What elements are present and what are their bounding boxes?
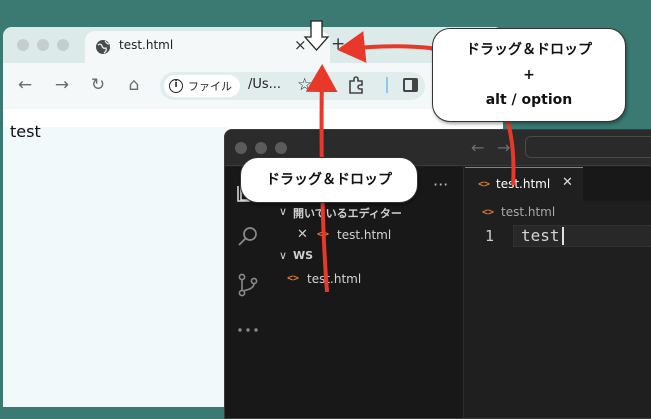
vscode-back-button[interactable]: ←	[471, 138, 484, 157]
side-panel-icon[interactable]	[403, 78, 418, 92]
reload-button[interactable]: ↻	[87, 74, 109, 96]
editor-tab-bar: <> test.html ✕	[465, 167, 651, 201]
vscode-close-button[interactable]	[235, 142, 247, 154]
open-editors-section[interactable]: ∨ 開いているエディター	[273, 202, 463, 224]
html-file-icon: <>	[317, 229, 330, 240]
workspace-file-item[interactable]: <> test.html	[273, 268, 463, 290]
toolbar-divider	[386, 77, 388, 93]
command-center-search[interactable]	[525, 136, 651, 158]
callout-line-1: ドラッグ＆ドロップ	[466, 42, 592, 58]
close-editor-button[interactable]: ✕	[297, 227, 308, 242]
chrome-tab-strip: test.html × +	[3, 27, 503, 63]
maximize-window-button[interactable]	[57, 39, 69, 51]
html-file-icon: <>	[482, 207, 495, 218]
text-cursor	[562, 227, 564, 245]
workspace-label: WS	[293, 249, 314, 262]
page-body-text: test	[10, 122, 41, 141]
open-editor-item[interactable]: ✕ <> test.html	[273, 224, 463, 246]
tab-title: test.html	[119, 38, 174, 52]
vscode-maximize-button[interactable]	[275, 142, 287, 154]
close-window-button[interactable]	[17, 39, 29, 51]
sidebar-more-button[interactable]: ···	[433, 175, 448, 194]
activity-bar	[225, 167, 273, 418]
html-file-icon: <>	[478, 179, 491, 190]
new-tab-button[interactable]: +	[331, 34, 345, 54]
open-editors-label: 開いているエディター	[293, 207, 402, 220]
tab-close-button[interactable]: ×	[294, 36, 307, 54]
info-icon: i	[169, 79, 183, 93]
search-icon[interactable]	[236, 225, 260, 249]
explorer-sidebar: ··· ∨ 開いているエディター ✕ <> test.html ∨ WS <> …	[273, 167, 464, 418]
callout-drag-drop-alt: ドラッグ＆ドロップ + alt / option	[432, 28, 626, 122]
browser-tab[interactable]: test.html ×	[85, 31, 330, 63]
back-button[interactable]: ←	[14, 74, 36, 96]
html-file-icon: <>	[287, 273, 300, 284]
site-info-label: ファイル	[188, 80, 232, 93]
globe-icon	[96, 40, 110, 54]
callout-line-2: +	[523, 67, 535, 83]
callout-drag-drop: ドラッグ＆ドロップ	[240, 157, 418, 203]
editor-tab-filename: test.html	[496, 177, 551, 191]
workspace-filename: test.html	[307, 272, 362, 286]
more-icon[interactable]	[236, 325, 260, 335]
home-button[interactable]: ⌂	[123, 74, 145, 96]
page-highlight-area-edge	[188, 127, 228, 407]
site-info-chip[interactable]: i ファイル	[164, 75, 240, 97]
line-number: 1	[485, 227, 495, 245]
editor-area: <> test.html ✕ <> test.html 1 test	[465, 167, 651, 418]
callout-line-3: alt / option	[485, 92, 573, 108]
chrome-toolbar: ← → ↻ ⌂ i ファイル /Us... ☆	[3, 63, 503, 109]
forward-button[interactable]: →	[51, 74, 73, 96]
vscode-forward-button[interactable]: →	[497, 138, 510, 157]
extensions-icon[interactable]	[347, 76, 365, 94]
editor-tab[interactable]: <> test.html ✕	[465, 167, 583, 201]
url-text[interactable]: /Us...	[248, 77, 281, 92]
code-text[interactable]: test	[521, 226, 560, 245]
editor-tab-close-button[interactable]: ✕	[562, 175, 573, 190]
minimize-window-button[interactable]	[37, 39, 49, 51]
vscode-minimize-button[interactable]	[255, 142, 267, 154]
chevron-down-icon: ∨	[279, 205, 288, 218]
source-control-icon[interactable]	[236, 272, 260, 298]
breadcrumb: <> test.html	[465, 201, 651, 223]
breadcrumb-filename[interactable]: test.html	[501, 205, 555, 219]
open-editor-filename: test.html	[337, 228, 392, 242]
workspace-section[interactable]: ∨ WS	[273, 246, 463, 268]
star-icon[interactable]: ☆	[297, 75, 312, 95]
chevron-down-icon: ∨	[279, 249, 288, 262]
page-highlight-area	[3, 127, 188, 407]
